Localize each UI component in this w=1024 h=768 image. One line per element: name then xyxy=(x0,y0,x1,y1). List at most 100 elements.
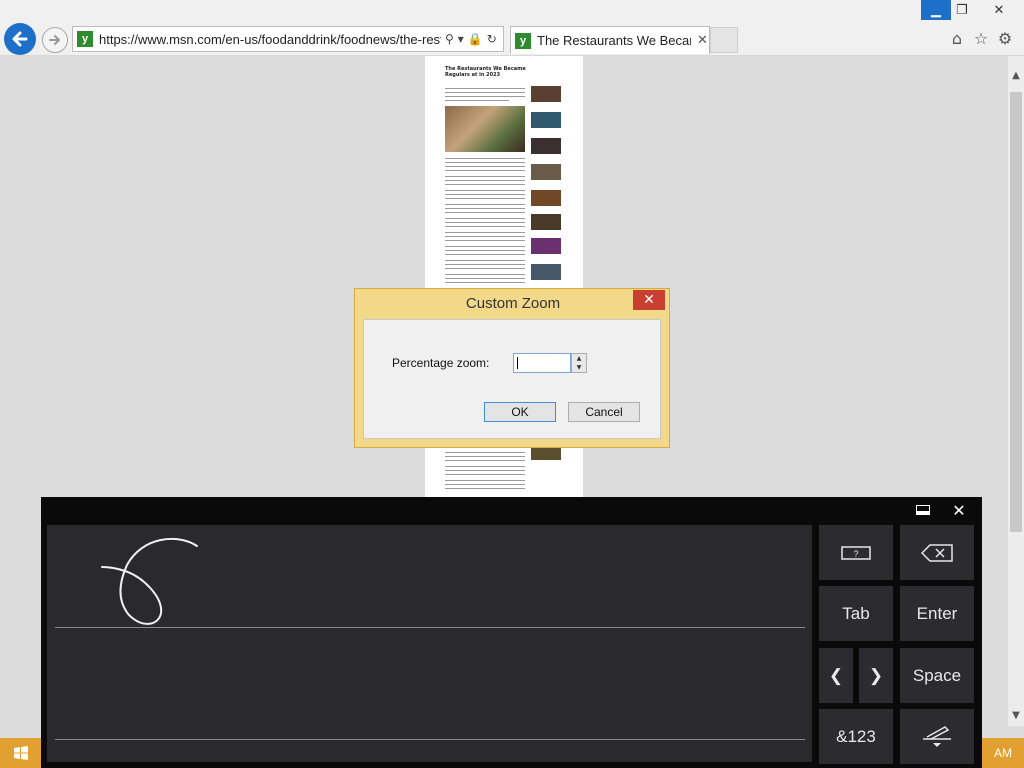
start-button[interactable] xyxy=(0,738,41,768)
cancel-button[interactable]: Cancel xyxy=(568,402,640,422)
article-text-line xyxy=(445,226,525,227)
scrollbar-thumb[interactable] xyxy=(1010,92,1022,532)
percentage-zoom-label: Percentage zoom: xyxy=(392,356,490,370)
keyboard-switch-icon xyxy=(923,725,951,747)
keyboard-dock-button[interactable] xyxy=(915,502,931,518)
text-caret xyxy=(517,357,518,369)
tab-key[interactable]: Tab xyxy=(819,586,893,641)
related-thumbnail[interactable] xyxy=(531,86,561,102)
dialog-body: Percentage zoom: ▲ ▼ OK Cancel xyxy=(363,319,661,439)
windows-logo-icon xyxy=(13,746,28,760)
article-text-line xyxy=(445,198,525,199)
percentage-zoom-input[interactable] xyxy=(513,353,571,373)
article-text-line xyxy=(445,184,525,185)
dialog-close-button[interactable]: ✕ xyxy=(633,290,665,310)
custom-zoom-dialog: Custom Zoom ✕ Percentage zoom: ▲ ▼ OK Ca… xyxy=(354,288,670,448)
article-text-line xyxy=(445,274,525,275)
spinner-up-icon[interactable]: ▲ xyxy=(577,355,582,362)
article-text-line xyxy=(445,240,525,241)
back-button[interactable] xyxy=(4,23,36,55)
address-bar[interactable]: y https://www.msn.com/en-us/foodanddrink… xyxy=(72,26,504,52)
url-text[interactable]: https://www.msn.com/en-us/foodanddrink/f… xyxy=(99,32,441,47)
article-text-line xyxy=(445,158,525,159)
refresh-icon[interactable]: ↻ xyxy=(487,32,497,46)
article-text-line xyxy=(445,480,525,481)
settings-gear-icon[interactable]: ⚙ xyxy=(996,28,1014,48)
title-bar: ▁ ❐ ✕ xyxy=(0,0,1024,22)
article-headline: The Restaurants We Became Regulars at in… xyxy=(445,66,526,78)
lock-icon[interactable]: 🔒 xyxy=(468,32,483,46)
scroll-up-icon[interactable]: ▲ xyxy=(1011,70,1021,81)
vertical-scrollbar[interactable]: ▲ ▼ xyxy=(1008,56,1024,726)
tab-favicon-icon: y xyxy=(515,32,531,49)
article-text-line xyxy=(445,204,525,205)
restore-window-button[interactable]: ❐ xyxy=(951,0,973,20)
related-thumbnail[interactable] xyxy=(531,164,561,180)
help-icon: ? xyxy=(841,545,871,560)
dock-icon xyxy=(916,505,930,515)
symbols-key[interactable]: &123 xyxy=(819,709,893,764)
dropdown-icon[interactable]: ▾ xyxy=(458,32,464,46)
article-text-line xyxy=(445,190,525,191)
forward-button[interactable] xyxy=(42,27,68,53)
enter-key[interactable]: Enter xyxy=(900,586,974,641)
tab-title: The Restaurants We Becam... xyxy=(537,33,691,48)
article-text-line xyxy=(445,260,525,261)
keyboard-close-button[interactable]: ✕ xyxy=(949,500,969,520)
home-icon[interactable]: ⌂ xyxy=(948,28,966,48)
article-text-line xyxy=(445,208,525,209)
help-key[interactable]: ? xyxy=(819,525,893,580)
related-thumbnail[interactable] xyxy=(531,238,561,254)
favorites-star-icon[interactable]: ☆ xyxy=(972,28,990,48)
article-text-line xyxy=(445,166,525,167)
scroll-down-icon[interactable]: ▼ xyxy=(1011,710,1021,721)
article-text-line xyxy=(445,254,525,255)
dialog-title: Custom Zoom xyxy=(465,295,561,312)
back-arrow-icon xyxy=(12,31,28,47)
zoom-spinner[interactable]: ▲ ▼ xyxy=(571,353,587,373)
article-text-line xyxy=(445,466,525,467)
close-tab-icon[interactable]: ✕ xyxy=(697,33,708,48)
article-text-line xyxy=(445,232,525,233)
new-tab-button[interactable] xyxy=(710,27,738,53)
article-text-line xyxy=(445,470,525,471)
taskbar-clock[interactable]: AM xyxy=(982,738,1024,768)
article-text-line xyxy=(445,194,525,195)
related-thumbnail[interactable] xyxy=(531,138,561,154)
article-hero-image xyxy=(445,106,525,152)
search-icon[interactable]: ⚲ xyxy=(445,32,454,46)
space-key[interactable]: Space xyxy=(900,648,974,703)
handwriting-pad[interactable] xyxy=(47,525,812,762)
related-thumbnail[interactable] xyxy=(531,214,561,230)
right-arrow-key[interactable]: ❯ xyxy=(859,648,893,703)
article-text-line xyxy=(445,180,525,181)
ok-button[interactable]: OK xyxy=(484,402,556,422)
related-thumbnail[interactable] xyxy=(531,190,561,206)
minimize-window-button[interactable]: ▁ xyxy=(921,0,951,20)
article-text-line xyxy=(445,488,525,489)
article-text-line xyxy=(445,162,525,163)
article-text-line xyxy=(445,278,525,279)
article-text-line xyxy=(445,282,525,283)
article-text-line xyxy=(445,236,525,237)
browser-toolbar: y https://www.msn.com/en-us/foodanddrink… xyxy=(0,22,1024,56)
article-text-line xyxy=(445,250,525,251)
article-text-line xyxy=(445,484,525,485)
article-text-line xyxy=(445,170,525,171)
backspace-key[interactable] xyxy=(900,525,974,580)
article-text-line xyxy=(445,176,525,177)
backspace-icon xyxy=(921,543,953,562)
spinner-down-icon[interactable]: ▼ xyxy=(577,364,582,371)
related-thumbnail[interactable] xyxy=(531,264,561,280)
forward-arrow-icon xyxy=(49,35,61,45)
article-text-line xyxy=(445,456,525,457)
close-window-button[interactable]: ✕ xyxy=(982,0,1016,20)
left-arrow-key[interactable]: ❮ xyxy=(819,648,853,703)
tab-active[interactable]: y The Restaurants We Becam... ✕ xyxy=(510,26,710,54)
article-text-line xyxy=(445,268,525,269)
related-thumbnail[interactable] xyxy=(531,112,561,128)
site-favicon-icon: y xyxy=(77,31,93,47)
keyboard-switch-key[interactable] xyxy=(900,709,974,764)
article-text-line xyxy=(445,96,525,97)
article-text-line xyxy=(445,212,525,213)
